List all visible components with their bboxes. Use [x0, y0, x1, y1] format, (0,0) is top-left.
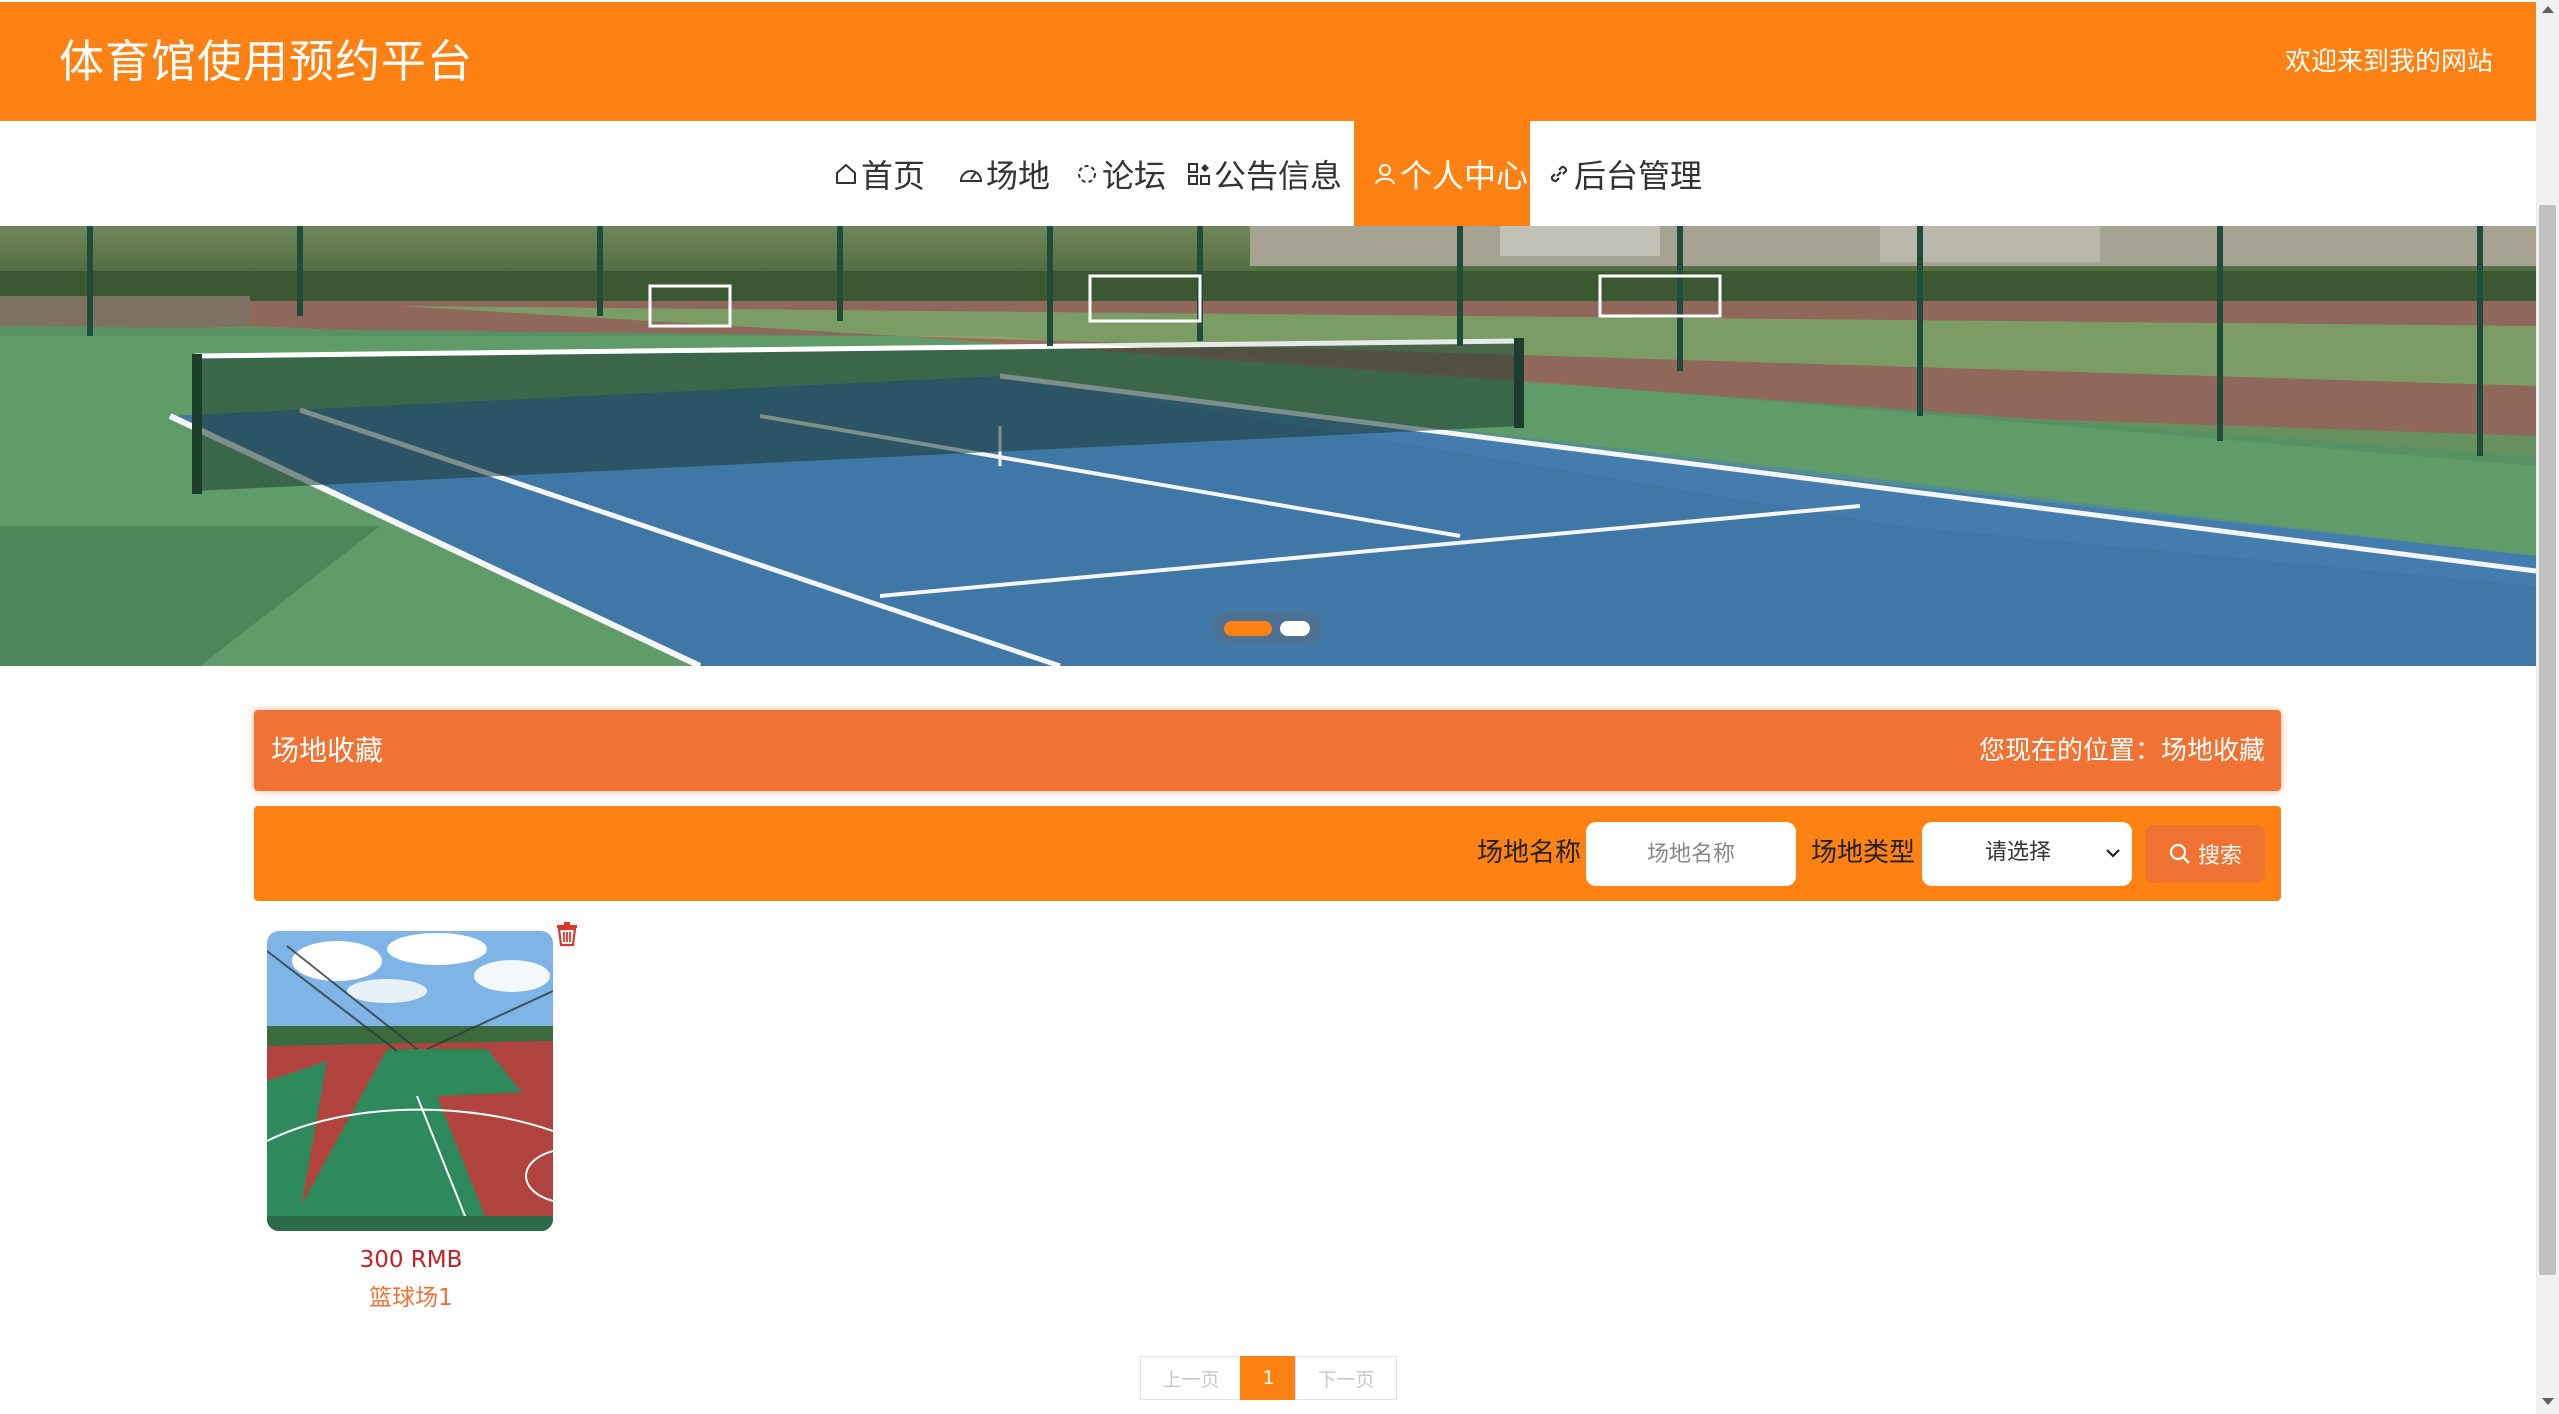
gauge-icon: [958, 161, 984, 187]
venue-type-value: 请选择: [1985, 840, 2052, 865]
welcome-text: 欢迎来到我的网站: [2284, 47, 2493, 77]
venue-name-input[interactable]: [1586, 822, 1796, 886]
carousel-indicators: [1213, 612, 1322, 644]
forum-icon: [1074, 161, 1100, 187]
site-title[interactable]: 体育馆使用预约平台: [59, 30, 473, 94]
search-icon: [2169, 843, 2190, 864]
link-icon: [1546, 161, 1572, 187]
nav-item-label: 场地: [986, 156, 1051, 195]
venue-name-label: 场地名称: [1477, 838, 1582, 868]
scroll-up-icon[interactable]: [2542, 6, 2554, 13]
banner-carousel[interactable]: [0, 226, 2536, 666]
nav-item-forum[interactable]: 论坛: [1074, 121, 1166, 226]
scrollbar-thumb[interactable]: [2539, 205, 2556, 1275]
search-button-label: 搜索: [2197, 844, 2242, 869]
nav-item-label: 个人中心: [1400, 156, 1529, 195]
carousel-dot-active[interactable]: [1224, 621, 1272, 636]
chevron-down-icon: [2106, 849, 2120, 858]
venue-thumbnail[interactable]: [267, 931, 553, 1231]
venue-price: 300 RMB: [359, 1247, 463, 1273]
nav-item-label: 论坛: [1102, 156, 1167, 195]
search-bar: 场地名称 场地类型 请选择 搜索: [254, 806, 2281, 901]
main-nav: 首页 场地 论坛 公告信息 个人中心 后台管理: [0, 121, 2536, 226]
venue-type-label: 场地类型: [1811, 838, 1916, 868]
nav-item-home[interactable]: 首页: [833, 121, 925, 226]
next-page-button[interactable]: 下一页: [1295, 1356, 1397, 1400]
apps-icon: [1186, 161, 1212, 187]
page: 体育馆使用预约平台 欢迎来到我的网站 首页 场地 论坛 公告信息 个人中心 后台…: [0, 0, 2536, 1414]
breadcrumb: 您现在的位置：场地收藏: [1978, 736, 2265, 766]
home-icon: [833, 161, 859, 187]
venue-name[interactable]: 篮球场1: [253, 1282, 569, 1314]
site-header: 体育馆使用预约平台 欢迎来到我的网站: [0, 2, 2536, 121]
tennis-court-image: [0, 226, 2536, 666]
prev-page-button[interactable]: 上一页: [1140, 1356, 1242, 1400]
nav-item-label: 公告信息: [1214, 156, 1343, 195]
vertical-scrollbar[interactable]: [2536, 0, 2559, 1414]
nav-item-admin[interactable]: 后台管理: [1546, 121, 1702, 226]
search-button[interactable]: 搜索: [2145, 825, 2265, 883]
venue-type-select[interactable]: 请选择: [1922, 822, 2132, 886]
page-number-button[interactable]: 1: [1240, 1356, 1297, 1400]
nav-item-personal-center[interactable]: 个人中心: [1354, 121, 1530, 226]
breadcrumb-bar: 场地收藏 您现在的位置：场地收藏: [254, 710, 2281, 791]
nav-item-announcements[interactable]: 公告信息: [1186, 121, 1342, 226]
user-icon: [1372, 161, 1398, 187]
nav-item-label: 首页: [861, 156, 926, 195]
nav-item-label: 后台管理: [1574, 156, 1703, 195]
carousel-dot[interactable]: [1280, 621, 1310, 636]
trash-icon[interactable]: [555, 921, 579, 947]
nav-item-venues[interactable]: 场地: [958, 121, 1050, 226]
page-title: 场地收藏: [271, 734, 384, 767]
scroll-down-icon[interactable]: [2542, 1398, 2554, 1405]
